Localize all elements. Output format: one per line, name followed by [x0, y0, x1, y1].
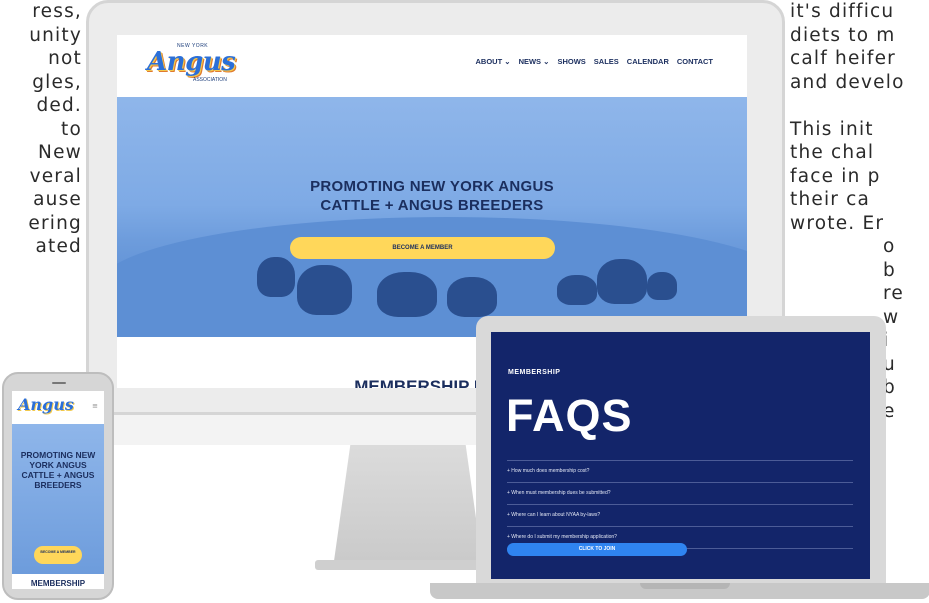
article-line: New — [38, 142, 82, 163]
nav-item-contact[interactable]: CONTACT — [677, 57, 713, 66]
nav-item-news[interactable]: NEWS ⌄ — [519, 57, 550, 66]
mobile-logo[interactable]: Angus — [18, 395, 74, 414]
article-line: and develo — [790, 71, 905, 93]
site-header: NEW YORK Angus ASSOCIATION ABOUT ⌄ NEWS … — [117, 35, 747, 95]
faq-item[interactable]: + How much does membership cost? — [507, 460, 853, 482]
article-line: ering — [28, 212, 82, 234]
cow-silhouette — [447, 277, 497, 317]
article-line: unity — [29, 24, 82, 46]
nav-item-calendar[interactable]: CALENDAR — [627, 57, 669, 66]
cow-silhouette — [557, 275, 597, 305]
article-line: b — [883, 259, 896, 281]
laptop-screen: MEMBERSHIP FAQS + How much does membersh… — [491, 332, 870, 579]
article-line: veral — [29, 165, 82, 187]
hamburger-menu-icon[interactable]: ≡ — [92, 402, 98, 410]
cow-silhouette — [297, 265, 352, 315]
article-line: the chal — [790, 142, 875, 163]
cow-silhouette — [647, 272, 677, 300]
phone-screen: Angus ≡ PROMOTING NEW YORK ANGUS CATTLE … — [12, 391, 104, 589]
hero-banner: PROMOTING NEW YORK ANGUS CATTLE + ANGUS … — [117, 97, 747, 337]
article-line: ress, — [32, 1, 82, 22]
article-line: their ca — [790, 189, 871, 210]
mobile-membership-heading: MEMBERSHIP — [30, 579, 86, 588]
click-to-join-button[interactable]: CLICK TO JOIN — [507, 543, 687, 556]
site-logo[interactable]: NEW YORK Angus ASSOCIATION — [147, 43, 236, 83]
faq-item[interactable]: + Where can I learn about NYAA by-laws? — [507, 504, 853, 526]
hero-title-line: CATTLE + ANGUS BREEDERS — [320, 197, 544, 214]
become-member-button[interactable]: BECOME A MEMBER — [290, 237, 555, 259]
article-text-left: ress, unity not gles, ded. to New veral … — [0, 0, 82, 259]
article-line: to — [61, 118, 82, 140]
article-line: it's difficu — [790, 1, 895, 22]
article-line: face in p — [790, 165, 881, 187]
article-line: ated — [35, 236, 82, 257]
article-line: ause — [33, 189, 82, 210]
laptop-notch — [640, 583, 730, 589]
hero-title: PROMOTING NEW YORK ANGUS CATTLE + ANGUS … — [117, 177, 747, 215]
faq-list: + How much does membership cost? + When … — [507, 460, 853, 549]
cow-silhouette — [597, 259, 647, 304]
article-line: o — [883, 236, 896, 257]
article-line: calf heifer — [790, 48, 896, 69]
article-line: diets to m — [790, 24, 896, 46]
article-line: wrote. Er — [790, 212, 885, 234]
article-line: not — [48, 48, 82, 69]
article-line: ded. — [36, 95, 82, 116]
faq-item[interactable]: + When must membership dues be submitted… — [507, 482, 853, 504]
phone-speaker — [52, 382, 66, 384]
faq-title: FAQS — [506, 390, 633, 441]
article-line: gles, — [32, 71, 82, 93]
mobile-become-member-button[interactable]: BECOME A MEMBER — [34, 546, 82, 564]
article-line: re — [883, 283, 904, 304]
main-nav: ABOUT ⌄ NEWS ⌄ SHOWS SALES CALENDAR CONT… — [476, 57, 713, 66]
mobile-hero-title: PROMOTING NEW YORK ANGUS CATTLE + ANGUS … — [20, 450, 96, 490]
article-line: This init — [790, 118, 874, 140]
hero-title-line: PROMOTING NEW YORK ANGUS — [310, 178, 554, 195]
nav-item-about[interactable]: ABOUT ⌄ — [476, 57, 511, 66]
article-line — [790, 94, 905, 118]
cow-silhouette — [377, 272, 437, 317]
cow-silhouette — [257, 257, 295, 297]
nav-item-shows[interactable]: SHOWS — [557, 57, 585, 66]
logo-wordmark: Angus — [147, 47, 236, 77]
monitor-stand — [333, 440, 483, 568]
nav-item-sales[interactable]: SALES — [594, 57, 619, 66]
mobile-hero: PROMOTING NEW YORK ANGUS CATTLE + ANGUS … — [12, 424, 104, 574]
mobile-phone: Angus ≡ PROMOTING NEW YORK ANGUS CATTLE … — [2, 372, 114, 600]
logo-bottom-text: ASSOCIATION — [193, 77, 227, 83]
section-label: MEMBERSHIP — [508, 369, 561, 376]
